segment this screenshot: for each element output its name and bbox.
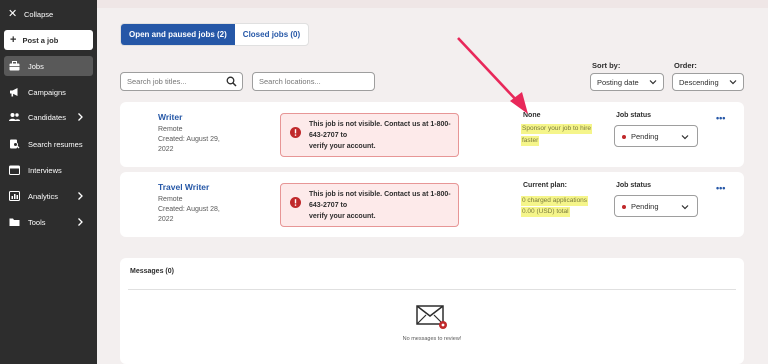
sidebar-item-candidates[interactable]: Candidates bbox=[4, 107, 93, 127]
error-icon bbox=[290, 127, 301, 138]
status-dot-icon bbox=[622, 135, 626, 139]
job-status-value: Pending bbox=[631, 131, 659, 141]
sort-by-value: Posting date bbox=[597, 77, 639, 87]
post-job-button[interactable]: + Post a job bbox=[4, 30, 93, 50]
job-created-year: 2022 bbox=[158, 146, 174, 153]
chevron-down-icon bbox=[729, 80, 737, 85]
sidebar-item-label: Interviews bbox=[28, 165, 62, 175]
briefcase-icon bbox=[9, 61, 20, 71]
chevron-down-icon bbox=[649, 80, 657, 85]
megaphone-icon bbox=[9, 87, 20, 97]
sidebar-item-label: Analytics bbox=[28, 191, 59, 201]
job-status-select[interactable]: Pending bbox=[614, 125, 698, 147]
more-options-icon[interactable]: ••• bbox=[716, 113, 725, 123]
search-icon[interactable] bbox=[226, 76, 237, 87]
plan-label: Current plan: bbox=[523, 182, 567, 189]
search-icon bbox=[9, 139, 20, 149]
sidebar-item-label: Jobs bbox=[28, 61, 44, 71]
sidebar-item-jobs[interactable]: Jobs bbox=[4, 56, 93, 76]
chart-icon bbox=[9, 191, 20, 201]
order-select[interactable]: Descending bbox=[672, 73, 744, 91]
envelope-icon bbox=[416, 305, 447, 329]
post-job-label: Post a job bbox=[22, 35, 59, 45]
tab-closed-jobs[interactable]: Closed jobs (0) bbox=[235, 24, 308, 45]
sidebar-item-label: Campaigns bbox=[28, 87, 66, 97]
chevron-down-icon bbox=[681, 205, 689, 210]
sidebar-item-search-resumes[interactable]: Search resumes bbox=[4, 134, 93, 154]
job-location: Remote bbox=[158, 126, 183, 133]
job-status-label: Job status bbox=[616, 112, 652, 119]
chevron-right-icon bbox=[78, 218, 83, 226]
top-band bbox=[97, 0, 768, 8]
sort-by-select[interactable]: Posting date bbox=[590, 73, 664, 91]
job-tabs: Open and paused jobs (2) Closed jobs (0) bbox=[120, 23, 310, 46]
close-icon: ✕ bbox=[8, 8, 18, 20]
sidebar-item-interviews[interactable]: Interviews bbox=[4, 160, 93, 180]
sidebar: ✕ Collapse + Post a job Jobs Campaigns C… bbox=[0, 0, 97, 364]
job-visibility-alert: This job is not visible. Contact us at 1… bbox=[280, 183, 459, 227]
search-job-titles-placeholder: Search job titles... bbox=[127, 77, 187, 86]
job-card: Travel Writer Remote Created: August 28,… bbox=[120, 172, 744, 237]
folder-icon bbox=[9, 217, 20, 227]
sponsor-job-link-cont[interactable]: faster bbox=[521, 136, 540, 146]
search-job-titles-input[interactable]: Search job titles... bbox=[120, 72, 243, 91]
sort-by-label: Sort by: bbox=[592, 61, 621, 70]
status-dot-icon bbox=[622, 205, 626, 209]
plus-icon: + bbox=[10, 34, 17, 46]
sidebar-item-campaigns[interactable]: Campaigns bbox=[4, 82, 93, 102]
calendar-icon bbox=[9, 165, 20, 175]
sidebar-item-label: Search resumes bbox=[28, 139, 83, 149]
job-created-date: Created: August 28, bbox=[158, 206, 220, 213]
more-options-icon[interactable]: ••• bbox=[716, 183, 725, 193]
order-value: Descending bbox=[679, 77, 719, 87]
tab-open-paused-jobs[interactable]: Open and paused jobs (2) bbox=[121, 24, 235, 45]
no-messages-text: No messages to review! bbox=[402, 336, 462, 342]
chevron-down-icon bbox=[681, 135, 689, 140]
collapse-label: Collapse bbox=[24, 9, 54, 19]
order-label: Order: bbox=[674, 61, 697, 70]
alert-text-line1: This job is not visible. Contact us at 1… bbox=[309, 190, 451, 209]
search-locations-input[interactable]: Search locations... bbox=[252, 72, 375, 91]
job-created-year: 2022 bbox=[158, 216, 174, 223]
people-icon bbox=[9, 112, 20, 122]
job-status-select[interactable]: Pending bbox=[614, 195, 698, 217]
collapse-button[interactable]: ✕ Collapse bbox=[8, 7, 53, 21]
error-icon bbox=[290, 197, 301, 208]
sidebar-item-tools[interactable]: Tools bbox=[4, 212, 93, 232]
chevron-right-icon bbox=[78, 113, 83, 121]
job-title-link[interactable]: Writer bbox=[158, 112, 182, 122]
job-card: Writer Remote Created: August 29, 2022 T… bbox=[120, 102, 744, 167]
job-status-label: Job status bbox=[616, 182, 652, 189]
job-title-link[interactable]: Travel Writer bbox=[158, 182, 209, 192]
alert-text-line2: verify your account. bbox=[309, 142, 376, 150]
plan-label: None bbox=[523, 112, 541, 119]
search-locations-placeholder: Search locations... bbox=[259, 77, 321, 86]
messages-title: Messages (0) bbox=[130, 268, 174, 275]
sidebar-item-analytics[interactable]: Analytics bbox=[4, 186, 93, 206]
alert-text-line1: This job is not visible. Contact us at 1… bbox=[309, 120, 451, 139]
sidebar-item-label: Candidates bbox=[28, 112, 66, 122]
job-visibility-alert: This job is not visible. Contact us at 1… bbox=[280, 113, 459, 157]
alert-text-line2: verify your account. bbox=[309, 212, 376, 220]
job-status-value: Pending bbox=[631, 201, 659, 211]
chevron-right-icon bbox=[78, 192, 83, 200]
sidebar-item-label: Tools bbox=[28, 217, 46, 227]
job-location: Remote bbox=[158, 196, 183, 203]
sponsor-job-link[interactable]: Sponsor your job to hire bbox=[521, 124, 593, 134]
plan-total-text: 0.00 (USD) total bbox=[521, 207, 570, 217]
divider bbox=[128, 289, 736, 290]
messages-panel: Messages (0) No messages to review! bbox=[120, 258, 744, 364]
job-created-date: Created: August 29, bbox=[158, 136, 220, 143]
charged-applications-text: 0 charged applications bbox=[521, 196, 589, 206]
